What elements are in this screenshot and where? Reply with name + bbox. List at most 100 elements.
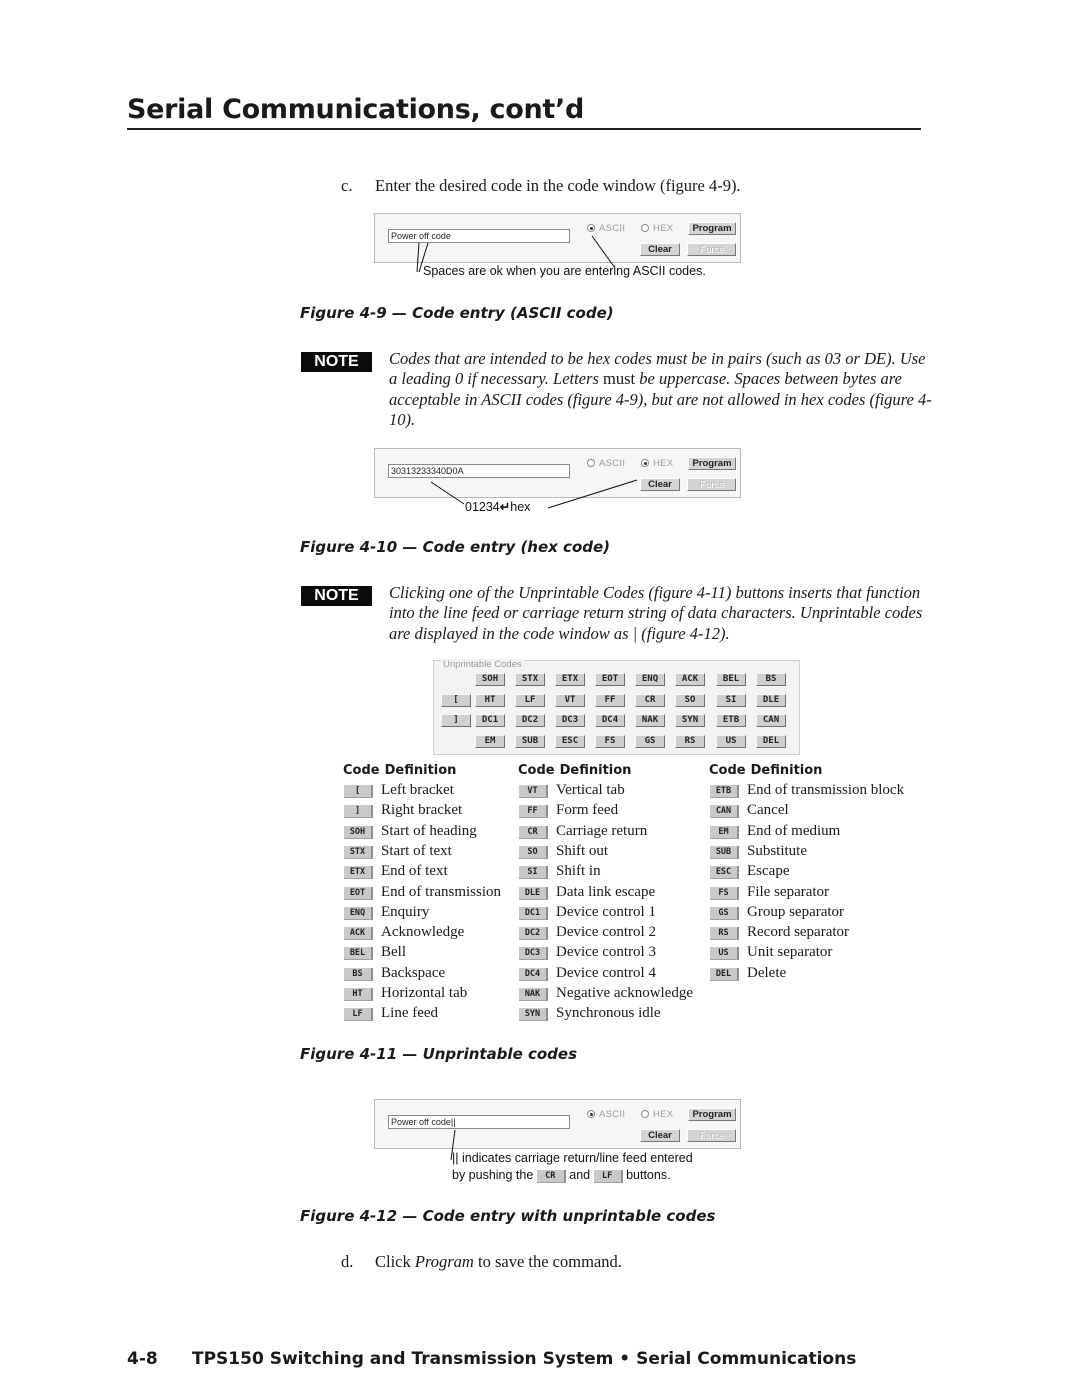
code-definition: Start of text <box>381 842 452 859</box>
code-definition: Device control 2 <box>556 924 656 941</box>
unprintable-button-can[interactable]: CAN <box>756 714 786 727</box>
legend-row: EM End of medium <box>710 822 840 842</box>
unprintable-button-soh[interactable]: SOH <box>475 673 505 686</box>
unprintable-button-us[interactable]: US <box>716 735 746 748</box>
code-chip: BEL <box>344 947 373 961</box>
unprintable-button-dc1[interactable]: DC1 <box>475 714 505 727</box>
legend-header-col-2: Code Definition <box>518 763 631 778</box>
legend-row: DC1 Device control 1 <box>519 903 656 923</box>
unprintable-button-ht[interactable]: HT <box>475 694 505 707</box>
callout-text: by pushing the <box>452 1168 537 1182</box>
step-text: Enter the desired code in the code windo… <box>375 176 741 195</box>
force-button[interactable]: Force <box>687 1129 736 1142</box>
legend-row: SYN Synchronous idle <box>519 1004 661 1024</box>
note-2-text: Clicking one of the Unprintable Codes (f… <box>389 583 923 643</box>
callout-line <box>547 479 638 509</box>
unprintable-button-cr[interactable]: CR <box>635 694 665 707</box>
unprintable-button-gs[interactable]: GS <box>635 735 665 748</box>
code-chip: ESC <box>710 866 739 880</box>
callout-lines-fig-4-10 <box>430 479 638 509</box>
unprintable-button-del[interactable]: DEL <box>756 735 786 748</box>
code-chip: DC3 <box>519 947 548 961</box>
unprintable-button-sub[interactable]: SUB <box>515 735 545 748</box>
definition-header: Definition <box>750 763 823 778</box>
code-header: Code <box>709 763 746 778</box>
step-text: Click <box>375 1252 415 1271</box>
unprintable-button-left-bracket[interactable]: [ <box>441 694 471 707</box>
title-divider <box>127 128 921 130</box>
unprintable-button-etx[interactable]: ETX <box>555 673 585 686</box>
code-chip: DC4 <box>519 967 548 981</box>
hex-radio[interactable]: HEX <box>641 1109 673 1120</box>
code-definition: Enquiry <box>381 903 430 920</box>
code-definition: End of medium <box>747 822 841 839</box>
code-definition: Line feed <box>381 1005 439 1022</box>
unprintable-button-dc2[interactable]: DC2 <box>515 714 545 727</box>
unprintable-button-stx[interactable]: STX <box>515 673 545 686</box>
unprintable-button-esc[interactable]: ESC <box>555 735 585 748</box>
callout-line <box>430 481 465 505</box>
unprintable-button-dc3[interactable]: DC3 <box>555 714 585 727</box>
code-definition: Record separator <box>747 924 850 941</box>
unprintable-button-ff[interactable]: FF <box>595 694 625 707</box>
legend-row: CR Carriage return <box>519 822 647 842</box>
legend-row: BEL Bell <box>344 943 406 963</box>
program-reference: Program <box>414 1252 474 1271</box>
code-chip: SUB <box>710 845 739 859</box>
unprintable-button-right-bracket[interactable]: ] <box>441 714 471 727</box>
legend-header-col-3: Code Definition <box>709 763 822 778</box>
unprintable-button-eot[interactable]: EOT <box>595 673 625 686</box>
code-input[interactable]: Power off code|| <box>388 1115 570 1129</box>
note-1-text: Codes that are intended to be hex codes … <box>389 349 934 430</box>
note-text-emphasis: must <box>603 369 636 389</box>
unprintable-button-vt[interactable]: VT <box>555 694 585 707</box>
legend-row: ENQ Enquiry <box>344 903 429 923</box>
unprintable-button-si[interactable]: SI <box>716 694 746 707</box>
unprintable-button-em[interactable]: EM <box>475 735 505 748</box>
unprintable-button-dc4[interactable]: DC4 <box>595 714 625 727</box>
unprintable-button-so[interactable]: SO <box>675 694 705 707</box>
unprintable-button-dle[interactable]: DLE <box>756 694 786 707</box>
code-definition: Shift in <box>556 863 601 880</box>
unprintable-button-etb[interactable]: ETB <box>716 714 746 727</box>
code-chip: SO <box>519 845 548 859</box>
code-definition: End of transmission <box>381 883 501 900</box>
unprintable-button-syn[interactable]: SYN <box>675 714 705 727</box>
program-button[interactable]: Program <box>688 1108 736 1121</box>
code-definition: Carriage return <box>556 822 648 839</box>
code-chip: FF <box>519 805 548 819</box>
unprintable-button-nak[interactable]: NAK <box>635 714 665 727</box>
legend-row: NAK Negative acknowledge <box>519 984 693 1004</box>
code-definition: Device control 4 <box>556 964 656 981</box>
legend-row: SUB Substitute <box>710 842 807 862</box>
unprintable-button-fs[interactable]: FS <box>595 735 625 748</box>
code-definition: Left bracket <box>381 782 454 798</box>
ascii-radio[interactable]: ASCII <box>587 1109 625 1120</box>
unprintable-button-ack[interactable]: ACK <box>675 673 705 686</box>
callout-text: hex <box>510 500 531 514</box>
code-chip: SYN <box>519 1008 548 1022</box>
callout-text: buttons. <box>622 1168 671 1182</box>
note-badge: NOTE <box>301 586 372 606</box>
legend-row: SI Shift in <box>519 862 601 882</box>
code-definition: Horizontal tab <box>381 985 468 1001</box>
unprintable-button-lf[interactable]: LF <box>515 694 545 707</box>
legend-row: FF Form feed <box>519 801 618 821</box>
code-chip: FS <box>710 886 739 900</box>
code-chip: LF <box>344 1008 373 1022</box>
unprintable-button-rs[interactable]: RS <box>675 735 705 748</box>
unprintable-button-enq[interactable]: ENQ <box>635 673 665 686</box>
legend-row: SO Shift out <box>519 842 608 862</box>
code-definition: Group separator <box>747 903 845 920</box>
page-title: Serial Communications, cont’d <box>127 94 584 125</box>
code-chip: SOH <box>344 825 373 839</box>
code-chip: ACK <box>344 927 373 941</box>
definition-header: Definition <box>559 763 632 778</box>
unprintable-button-bel[interactable]: BEL <box>716 673 746 686</box>
clear-button[interactable]: Clear <box>640 1129 680 1142</box>
unprintable-button-bs[interactable]: BS <box>756 673 786 686</box>
code-definition: Bell <box>381 944 406 961</box>
legend-row: [Left bracket <box>344 781 454 801</box>
ascii-radio-label: ASCII <box>599 1109 626 1120</box>
figure-4-10-callout: 01234↵hex <box>465 499 530 514</box>
